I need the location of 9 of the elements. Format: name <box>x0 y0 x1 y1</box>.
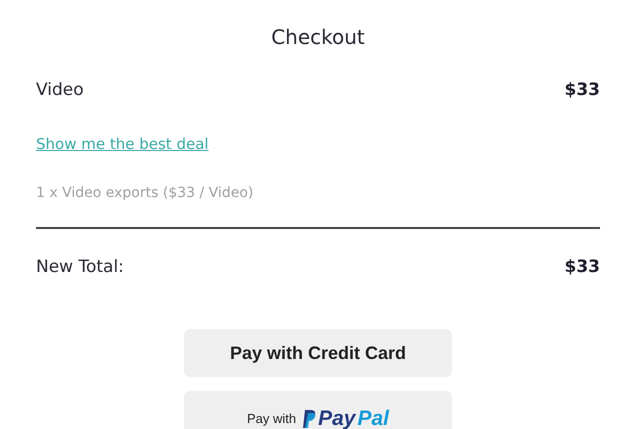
item-description: 1 x Video exports ($33 / Video) <box>36 185 254 201</box>
paypal-button[interactable]: Pay with PayPal <box>184 391 452 429</box>
total-label: New Total: <box>36 257 124 277</box>
checkout-title: Checkout <box>270 24 366 50</box>
item-name: Video <box>36 80 84 100</box>
credit-card-button[interactable]: Pay with Credit Card <box>184 329 452 377</box>
paypal-p-icon <box>302 410 316 428</box>
item-price: $33 <box>564 80 600 100</box>
total-amount: $33 <box>564 257 600 277</box>
